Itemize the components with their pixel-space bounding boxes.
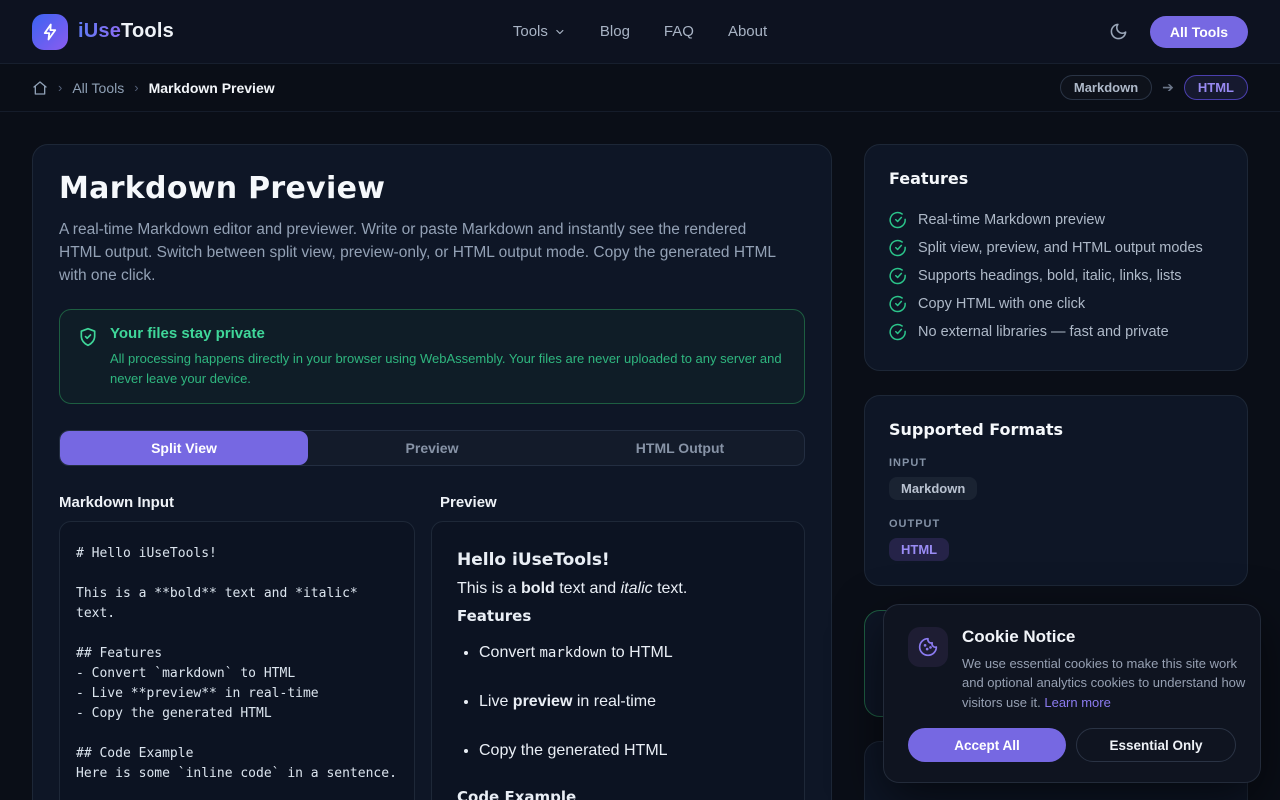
output-format-badge: HTML [889, 538, 949, 561]
nav-link-faq[interactable]: FAQ [664, 23, 694, 40]
feature-item: Real-time Markdown preview [889, 206, 1223, 234]
cookie-body: We use essential cookies to make this si… [962, 654, 1258, 713]
essential-only-button[interactable]: Essential Only [1076, 728, 1236, 762]
feature-item: Split view, preview, and HTML output mod… [889, 234, 1223, 262]
check-circle-icon [889, 211, 907, 229]
home-icon[interactable] [32, 80, 48, 96]
input-format-label: INPUT [889, 457, 1223, 469]
feature-item: Supports headings, bold, italic, links, … [889, 262, 1223, 290]
brand-name: iUseTools [78, 20, 174, 43]
preview-block: This is a bold text and italic text. [457, 577, 779, 601]
preview-list-item: Copy the generated HTML [479, 739, 779, 763]
navbar: iUseTools Tools Blog FAQ About All Tools [0, 0, 1280, 64]
nav-link-blog[interactable]: Blog [600, 23, 630, 40]
preview-block: Hello iUseTools! [457, 550, 779, 570]
nav-link-tools[interactable]: Tools [513, 23, 566, 40]
breadcrumb: › All Tools › Markdown Preview [32, 80, 275, 96]
markdown-input-label: Markdown Input [59, 494, 424, 511]
theme-toggle-moon-icon[interactable] [1105, 18, 1132, 45]
check-circle-icon [889, 295, 907, 313]
markdown-input[interactable]: # Hello iUseTools! This is a **bold** te… [59, 521, 415, 800]
shield-check-icon [78, 327, 98, 388]
format-badge-markdown: Markdown [1060, 75, 1152, 100]
panel-labels: Markdown Input Preview [59, 494, 805, 511]
breadcrumb-bar: › All Tools › Markdown Preview Markdown … [0, 64, 1280, 112]
breadcrumb-link-all-tools[interactable]: All Tools [72, 80, 124, 96]
tab-preview[interactable]: Preview [308, 431, 556, 465]
preview-block: Convert markdown to HTML Live preview in … [457, 641, 779, 763]
preview-pane[interactable]: Hello iUseTools! This is a bold text and … [431, 521, 805, 800]
supported-formats-card: Supported Formats INPUT Markdown OUTPUT … [864, 395, 1248, 586]
privacy-title: Your files stay private [110, 325, 786, 342]
cookie-title: Cookie Notice [962, 627, 1258, 647]
main-nav: Tools Blog FAQ About [513, 23, 767, 40]
tab-split-view[interactable]: Split View [60, 431, 308, 465]
editor-panels: # Hello iUseTools! This is a **bold** te… [59, 521, 805, 800]
breadcrumb-current: Markdown Preview [149, 80, 275, 96]
learn-more-link[interactable]: Learn more [1044, 695, 1110, 710]
cookie-icon [908, 627, 948, 667]
brand-logo[interactable]: iUseTools [32, 14, 174, 50]
features-card: Features Real-time Markdown previewSplit… [864, 144, 1248, 371]
preview-list-item: Convert markdown to HTML [479, 641, 779, 665]
lightning-icon [32, 14, 68, 50]
check-circle-icon [889, 239, 907, 257]
feature-item: No external libraries — fast and private [889, 318, 1223, 346]
tab-html-output[interactable]: HTML Output [556, 431, 804, 465]
privacy-body: All processing happens directly in your … [110, 349, 786, 388]
tool-card: Markdown Preview A real-time Markdown ed… [32, 144, 832, 800]
check-circle-icon [889, 323, 907, 341]
arrow-right-icon: ➔ [1162, 79, 1174, 96]
view-mode-tabs: Split ViewPreviewHTML Output [59, 430, 805, 466]
chevron-down-icon [554, 26, 566, 38]
nav-link-about[interactable]: About [728, 23, 767, 40]
format-badge-html: HTML [1184, 75, 1248, 100]
all-tools-button[interactable]: All Tools [1150, 16, 1248, 48]
format-badges: Markdown ➔ HTML [1060, 75, 1248, 100]
features-title: Features [889, 169, 1223, 188]
page-title: Markdown Preview [59, 171, 805, 206]
accept-all-button[interactable]: Accept All [908, 728, 1066, 762]
features-list: Real-time Markdown previewSplit view, pr… [889, 206, 1223, 346]
preview-list-item: Live preview in real-time [479, 690, 779, 714]
preview-block: Code Example [457, 788, 779, 800]
feature-item: Copy HTML with one click [889, 290, 1223, 318]
breadcrumb-separator: › [58, 80, 62, 95]
cookie-banner: Cookie Notice We use essential cookies t… [883, 604, 1261, 784]
page-description: A real-time Markdown editor and previewe… [59, 218, 789, 287]
preview-label: Preview [440, 494, 805, 511]
formats-title: Supported Formats [889, 420, 1223, 439]
output-format-label: OUTPUT [889, 518, 1223, 530]
nav-right: All Tools [1105, 16, 1248, 48]
breadcrumb-separator: › [134, 80, 138, 95]
privacy-note: Your files stay private All processing h… [59, 309, 805, 404]
preview-block: Features [457, 607, 779, 625]
input-format-badge: Markdown [889, 477, 977, 500]
check-circle-icon [889, 267, 907, 285]
